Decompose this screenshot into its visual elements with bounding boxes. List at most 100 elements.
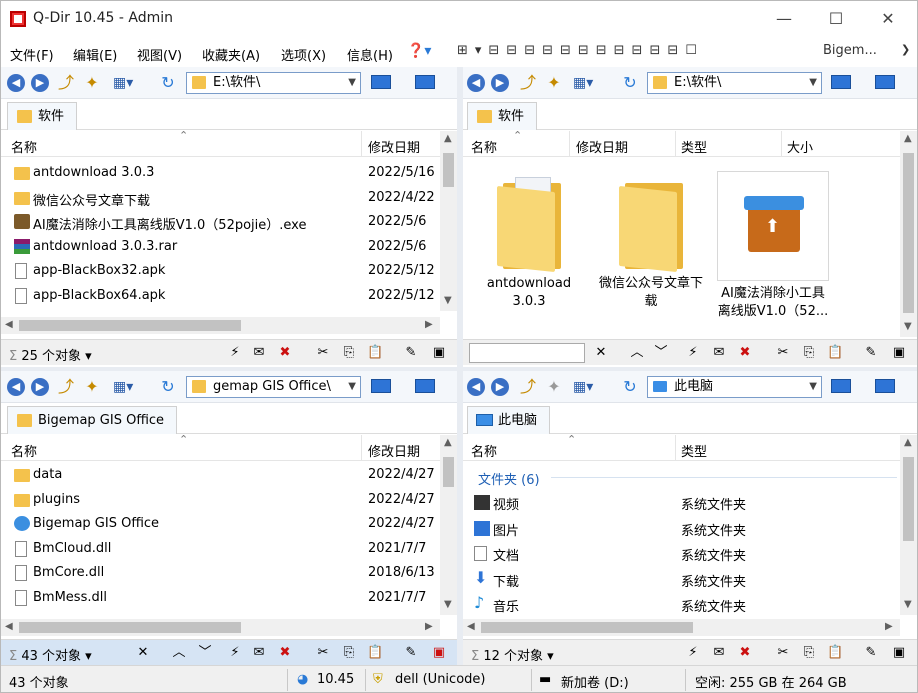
col-divider[interactable] — [675, 131, 676, 157]
refresh-icon[interactable]: ↻ — [159, 74, 177, 92]
scroll-thumb[interactable] — [903, 153, 914, 313]
vertical-scrollbar[interactable]: ▲ ▼ — [440, 435, 457, 615]
object-count[interactable]: Σ 12 个对象 ▾ — [471, 645, 554, 664]
col-divider[interactable] — [675, 435, 676, 461]
col-name[interactable]: 名称 — [11, 137, 37, 156]
paste-icon[interactable]: 📋 — [827, 345, 843, 361]
delete-icon[interactable]: ✖ — [277, 345, 293, 361]
forward-icon[interactable]: ▶ — [491, 378, 509, 396]
scroll-thumb[interactable] — [19, 320, 241, 331]
cut-icon[interactable]: ✂ — [315, 345, 331, 361]
delete-icon[interactable]: ✖ — [737, 645, 753, 661]
hide-filter-icon[interactable]: ✕ — [135, 645, 151, 661]
refresh-icon[interactable]: ↻ — [621, 74, 639, 92]
list-item[interactable]: 图片 系统文件夹 — [463, 516, 893, 541]
mail-icon[interactable]: ✉ — [251, 645, 267, 661]
scroll-up-icon[interactable]: ▲ — [444, 133, 452, 144]
chevron-down-icon[interactable]: ﹀ — [653, 345, 669, 361]
up-folder-icon[interactable]: ⤴ — [57, 378, 75, 396]
paste-icon[interactable]: 📋 — [827, 645, 843, 661]
scroll-up-icon[interactable]: ▲ — [904, 437, 912, 448]
horizontal-scrollbar[interactable]: ◀ ▶ — [1, 619, 440, 636]
view-mode-icon[interactable]: ▦▾ — [573, 378, 593, 396]
scroll-down-icon[interactable]: ▼ — [444, 599, 452, 610]
rename-icon[interactable]: ✎ — [403, 645, 419, 661]
paste-icon[interactable]: 📋 — [367, 345, 383, 361]
vertical-scrollbar[interactable]: ▲ ▼ — [900, 131, 917, 337]
mail-icon[interactable]: ✉ — [711, 345, 727, 361]
col-date[interactable]: 修改日期 — [368, 441, 420, 460]
address-bar[interactable]: 此电脑 ▼ — [647, 376, 822, 398]
col-divider[interactable] — [361, 131, 362, 157]
col-name[interactable]: 名称 — [11, 441, 37, 460]
chevron-down-icon[interactable]: ▼ — [348, 377, 356, 397]
scroll-left-icon[interactable]: ◀ — [467, 621, 475, 632]
up-folder-icon[interactable]: ⤴ — [57, 74, 75, 92]
horizontal-scrollbar[interactable]: ◀ ▶ — [463, 619, 900, 636]
object-count[interactable]: Σ 43 个对象 ▾ — [9, 645, 92, 664]
address-bar[interactable]: E:\软件\ ▼ — [186, 72, 361, 94]
copy-icon[interactable]: ⎘ — [801, 645, 817, 661]
address-bar[interactable]: gemap GIS Office\ ▼ — [186, 376, 361, 398]
monitor-icon[interactable] — [415, 75, 435, 89]
menu-edit[interactable]: 编辑(E) — [73, 45, 117, 64]
back-icon[interactable]: ◀ — [7, 378, 25, 396]
col-date[interactable]: 修改日期 — [368, 137, 420, 156]
new-folder-icon[interactable]: ✦ — [83, 378, 101, 396]
col-name[interactable]: 名称 — [471, 441, 497, 460]
maximize-button[interactable]: ☐ — [813, 5, 859, 33]
col-divider[interactable] — [781, 131, 782, 157]
delete-icon[interactable]: ✖ — [737, 345, 753, 361]
col-type[interactable]: 类型 — [681, 137, 707, 156]
scroll-up-icon[interactable]: ▲ — [444, 437, 452, 448]
toolbar-more-icon[interactable]: ❯ — [901, 43, 910, 56]
filter-icon[interactable]: ⚡ — [227, 645, 243, 661]
col-type[interactable]: 类型 — [681, 441, 707, 460]
col-size[interactable]: 大小 — [787, 137, 813, 156]
group-header[interactable]: 文件夹 (6) — [478, 469, 540, 488]
filter-icon[interactable]: ⚡ — [685, 345, 701, 361]
properties-icon[interactable]: ▣ — [891, 645, 907, 661]
tab-this-pc[interactable]: 此电脑 — [467, 406, 551, 434]
back-icon[interactable]: ◀ — [467, 74, 485, 92]
menu-file[interactable]: 文件(F) — [10, 45, 54, 64]
chevron-up-icon[interactable]: ︿ — [171, 645, 187, 661]
paste-icon[interactable]: 📋 — [367, 645, 383, 661]
horizontal-scrollbar[interactable]: ◀ ▶ — [1, 317, 440, 334]
mail-icon[interactable]: ✉ — [251, 345, 267, 361]
grid-item-exe[interactable]: AI魔法消除小工具 离线版V1.0（52... — [717, 171, 829, 321]
chevron-down-icon[interactable]: ▼ — [809, 377, 817, 397]
properties-icon[interactable]: ▣ — [891, 345, 907, 361]
cut-icon[interactable]: ✂ — [775, 345, 791, 361]
vertical-scrollbar[interactable]: ▲ ▼ — [440, 131, 457, 311]
forward-icon[interactable]: ▶ — [491, 74, 509, 92]
rename-icon[interactable]: ✎ — [403, 345, 419, 361]
vertical-scrollbar[interactable]: ▲ ▼ — [900, 435, 917, 615]
monitor-icon[interactable] — [831, 379, 851, 393]
copy-icon[interactable]: ⎘ — [341, 645, 357, 661]
scroll-right-icon[interactable]: ▶ — [425, 621, 433, 632]
new-folder-icon[interactable]: ✦ — [83, 74, 101, 92]
scroll-down-icon[interactable]: ▼ — [444, 295, 452, 306]
menu-options[interactable]: 选项(X) — [281, 45, 326, 64]
scroll-left-icon[interactable]: ◀ — [5, 319, 13, 330]
scroll-right-icon[interactable]: ▶ — [425, 319, 433, 330]
new-folder-icon[interactable]: ✦ — [545, 378, 563, 396]
rename-icon[interactable]: ✎ — [863, 645, 879, 661]
grid-item-folder[interactable]: 微信公众号文章下 载 — [595, 173, 707, 311]
tab-software[interactable]: 软件 — [7, 102, 78, 130]
cut-icon[interactable]: ✂ — [315, 645, 331, 661]
copy-icon[interactable]: ⎘ — [341, 345, 357, 361]
list-item[interactable]: 视频 系统文件夹 — [463, 490, 893, 515]
forward-icon[interactable]: ▶ — [31, 378, 49, 396]
bigemap-button[interactable]: Bigem... — [823, 43, 877, 58]
list-item[interactable]: 文档 系统文件夹 — [463, 541, 893, 566]
list-item[interactable]: ⬇ 下载 系统文件夹 — [463, 567, 893, 592]
monitor-icon[interactable] — [831, 75, 851, 89]
hide-filter-icon[interactable]: ✕ — [593, 345, 609, 361]
delete-icon[interactable]: ✖ — [277, 645, 293, 661]
scroll-down-icon[interactable]: ▼ — [904, 599, 912, 610]
scroll-thumb[interactable] — [903, 457, 914, 541]
address-bar[interactable]: E:\软件\ ▼ — [647, 72, 822, 94]
scroll-thumb[interactable] — [481, 622, 693, 633]
